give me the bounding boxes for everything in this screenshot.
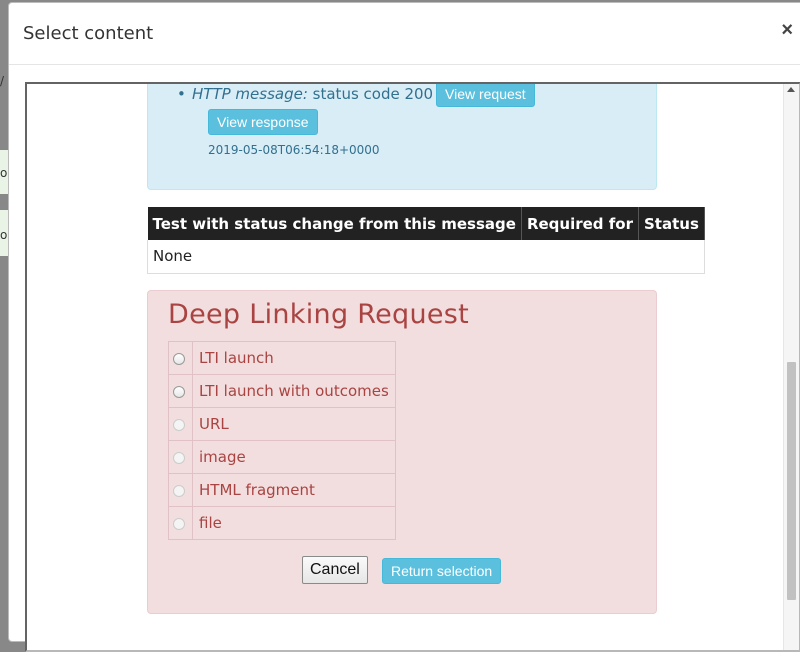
background-glyph: o	[0, 228, 8, 242]
content-options-table: LTI launch LTI launch with outcomes URL …	[168, 341, 396, 540]
http-message-text: status code 200	[312, 85, 434, 103]
vertical-scrollbar[interactable]	[783, 84, 799, 650]
http-message-panel: • HTTP message: status code 200 View req…	[147, 84, 657, 190]
bullet-icon: •	[177, 85, 186, 103]
modal-header: Select content ×	[9, 3, 800, 65]
table-cell-none: None	[147, 240, 705, 274]
column-header: Required for	[521, 207, 640, 240]
column-header: Test with status change from this messag…	[147, 207, 522, 240]
http-message-item: • HTTP message: status code 200	[177, 85, 434, 103]
option-row[interactable]: HTML fragment	[168, 473, 396, 507]
background-glyph: /	[0, 74, 5, 88]
table-row: None	[147, 240, 705, 274]
option-radio-file[interactable]	[173, 517, 185, 530]
option-row[interactable]: image	[168, 440, 396, 474]
deep-linking-title: Deep Linking Request	[168, 299, 470, 330]
status-change-table: Test with status change from this messag…	[147, 207, 705, 274]
table-header-row: Test with status change from this messag…	[147, 207, 705, 240]
option-radio-image[interactable]	[173, 451, 185, 464]
modal-title: Select content	[23, 23, 154, 44]
select-content-modal: Select content × • HTTP message: status …	[8, 2, 800, 652]
return-selection-button[interactable]: Return selection	[382, 558, 502, 584]
option-row[interactable]: LTI launch	[168, 341, 396, 375]
option-label: file	[192, 506, 396, 540]
option-radio-html-fragment[interactable]	[173, 484, 185, 497]
option-radio-lti-launch[interactable]	[173, 352, 185, 365]
option-row[interactable]: file	[168, 506, 396, 540]
option-label: URL	[192, 407, 396, 441]
option-label: image	[192, 440, 396, 474]
option-row[interactable]: URL	[168, 407, 396, 441]
option-label: HTML fragment	[192, 473, 396, 507]
option-label: LTI launch	[192, 341, 396, 375]
scrollbar-thumb[interactable]	[787, 362, 796, 600]
close-button[interactable]: ×	[781, 20, 793, 40]
option-radio-lti-launch-outcomes[interactable]	[173, 385, 185, 398]
view-request-button[interactable]: View request	[436, 84, 535, 107]
option-radio-url[interactable]	[173, 418, 185, 431]
deep-linking-panel: Deep Linking Request LTI launch LTI laun…	[147, 290, 657, 614]
background-glyph: o	[0, 166, 8, 180]
cancel-button[interactable]: Cancel	[302, 556, 368, 584]
column-header: Status	[638, 207, 705, 240]
scroll-up-arrow-icon[interactable]	[787, 87, 795, 92]
option-label: LTI launch with outcomes	[192, 374, 396, 408]
http-message-label: HTTP message:	[192, 85, 308, 103]
content-iframe: • HTTP message: status code 200 View req…	[25, 82, 800, 652]
view-response-button[interactable]: View response	[208, 109, 318, 135]
option-row[interactable]: LTI launch with outcomes	[168, 374, 396, 408]
message-timestamp: 2019-05-08T06:54:18+0000	[208, 143, 380, 157]
